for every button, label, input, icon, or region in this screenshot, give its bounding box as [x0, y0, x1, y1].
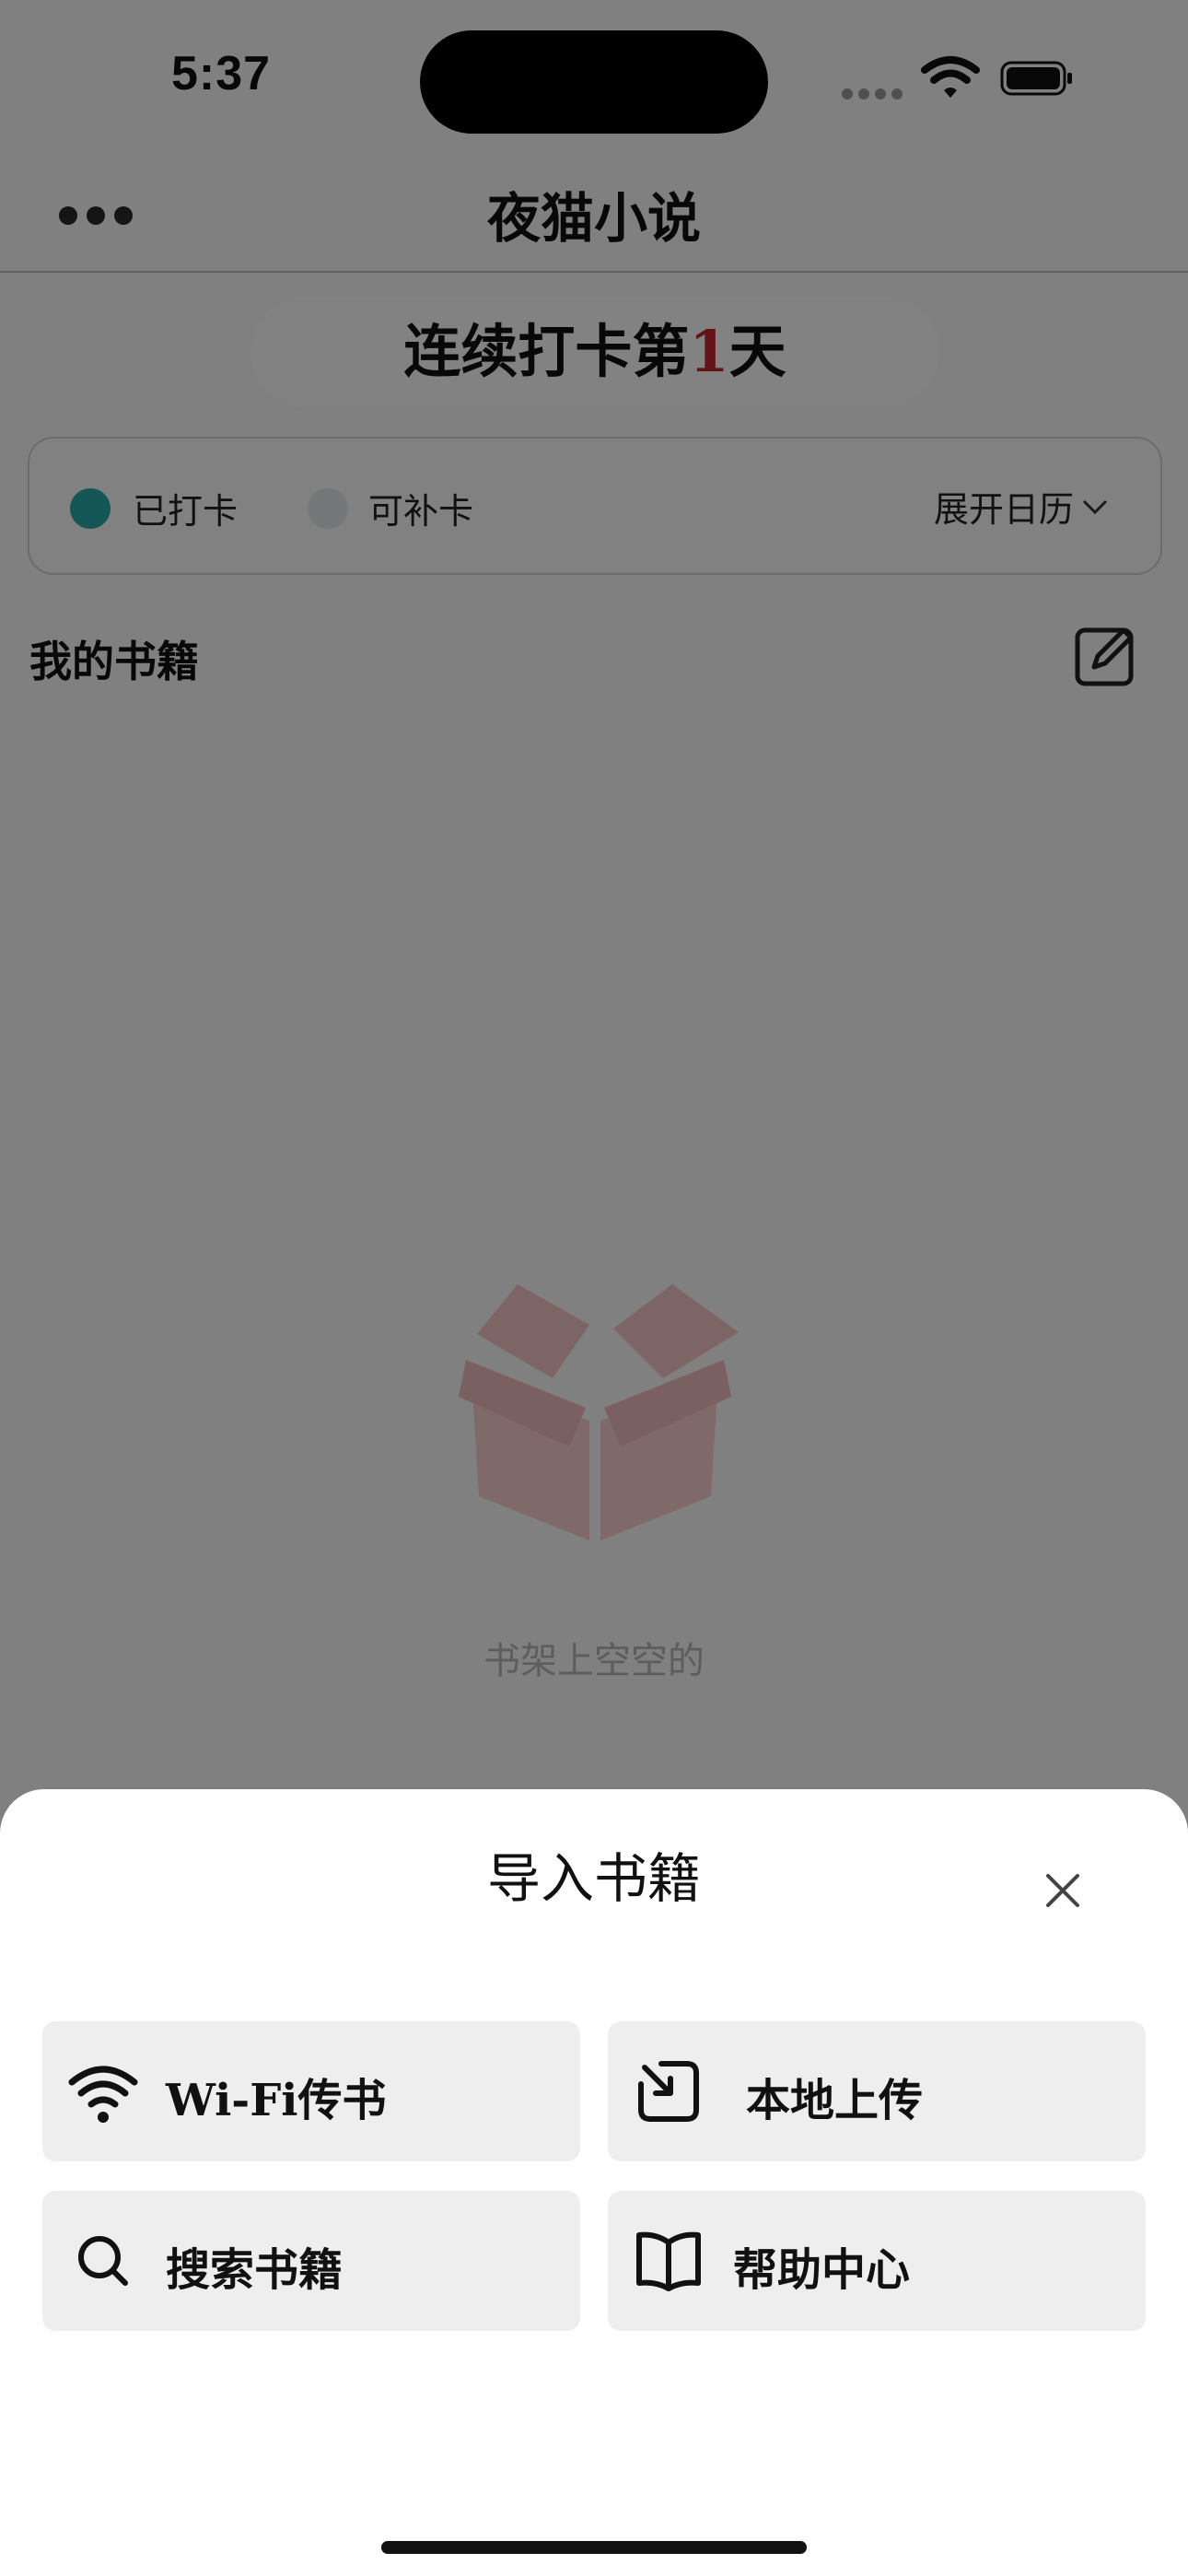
import-icon [634, 2056, 704, 2126]
book-icon [634, 2226, 704, 2296]
close-icon[interactable] [1037, 1865, 1089, 1916]
search-books-label: 搜索书籍 [166, 2244, 344, 2296]
home-indicator[interactable] [381, 2541, 807, 2554]
wifi-icon [68, 2056, 138, 2126]
local-upload-button[interactable]: 本地上传 [608, 2021, 1146, 2161]
wifi-transfer-label: Wi-Fi传书 [166, 2075, 387, 2126]
search-icon [68, 2226, 138, 2296]
help-center-button[interactable]: 帮助中心 [608, 2191, 1146, 2331]
search-books-button[interactable]: 搜索书籍 [42, 2191, 580, 2331]
local-upload-label: 本地上传 [746, 2075, 924, 2126]
sheet-title: 导入书籍 [486, 1847, 701, 1910]
help-center-label: 帮助中心 [733, 2244, 911, 2296]
import-sheet: 导入书籍 Wi-Fi传书 本地上传 搜索书籍 帮助中心 [0, 1789, 1188, 2576]
wifi-transfer-button[interactable]: Wi-Fi传书 [42, 2021, 580, 2161]
